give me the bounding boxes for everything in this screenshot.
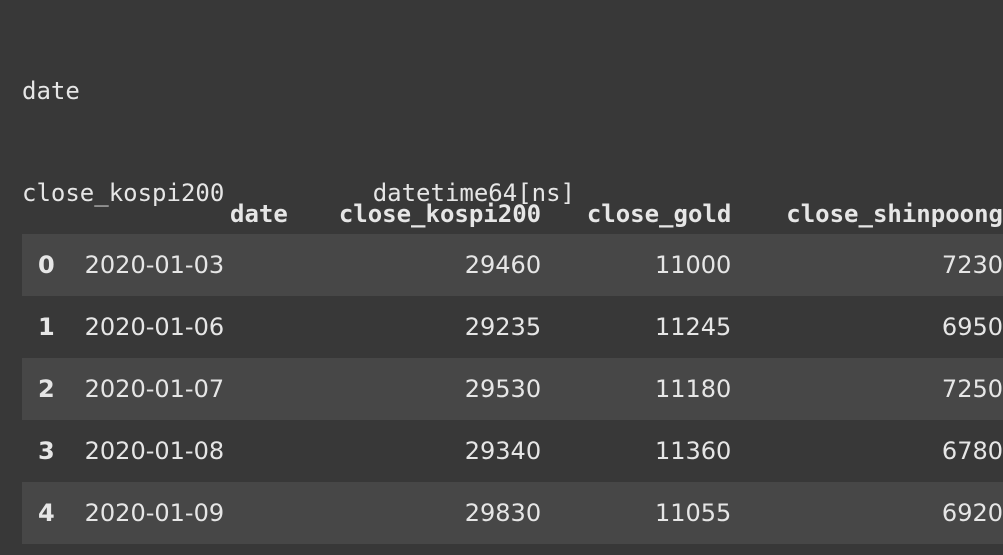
row-index: 1 bbox=[38, 313, 55, 341]
cell-close-shinpoong: 7250 bbox=[941, 375, 1003, 403]
cell-close-kospi200: 29830 bbox=[464, 499, 542, 527]
index-header bbox=[22, 188, 63, 234]
table-row: 4 2020-01-09 29830 11055 6920 bbox=[22, 482, 1003, 544]
cell-close-gold: 11055 bbox=[654, 499, 732, 527]
cell-close-gold: 11000 bbox=[654, 251, 732, 279]
cell-close-kospi200: 29340 bbox=[464, 437, 542, 465]
dtype-column-name: date bbox=[22, 77, 80, 105]
row-index: 3 bbox=[38, 437, 55, 465]
dtype-row: date datetime64[ns] bbox=[22, 74, 575, 207]
cell-close-kospi200: 29530 bbox=[464, 375, 542, 403]
column-header-close-shinpoong: close_shinpoong bbox=[786, 200, 1003, 228]
cell-close-shinpoong: 6950 bbox=[941, 313, 1003, 341]
cell-close-shinpoong: 7230 bbox=[941, 251, 1003, 279]
cell-close-gold: 11180 bbox=[654, 375, 732, 403]
row-index: 4 bbox=[38, 499, 55, 527]
column-header-date: date bbox=[230, 200, 288, 228]
table-body: 0 2020-01-03 29460 11000 7230 1 2020-01-… bbox=[22, 234, 1003, 544]
cell-date: 2020-01-07 bbox=[84, 375, 225, 403]
cell-close-shinpoong: 6920 bbox=[941, 499, 1003, 527]
cell-close-gold: 11360 bbox=[654, 437, 732, 465]
cell-date: 2020-01-06 bbox=[84, 313, 225, 341]
row-index: 0 bbox=[38, 251, 55, 279]
dataframe-table: date close_kospi200 close_gold close_shi… bbox=[22, 188, 1003, 544]
table-row: 0 2020-01-03 29460 11000 7230 bbox=[22, 234, 1003, 296]
cell-close-kospi200: 29235 bbox=[464, 313, 542, 341]
cell-date: 2020-01-09 bbox=[84, 499, 225, 527]
cell-close-kospi200: 29460 bbox=[464, 251, 542, 279]
cell-date: 2020-01-03 bbox=[84, 251, 225, 279]
table-row: 2 2020-01-07 29530 11180 7250 bbox=[22, 358, 1003, 420]
cell-date: 2020-01-08 bbox=[84, 437, 225, 465]
column-header-close-kospi200: close_kospi200 bbox=[338, 200, 542, 228]
header-row: date close_kospi200 close_gold close_shi… bbox=[22, 188, 1003, 234]
row-index: 2 bbox=[38, 375, 55, 403]
cell-close-gold: 11245 bbox=[654, 313, 732, 341]
table-row: 3 2020-01-08 29340 11360 6780 bbox=[22, 420, 1003, 482]
table-row: 1 2020-01-06 29235 11245 6950 bbox=[22, 296, 1003, 358]
cell-close-shinpoong: 6780 bbox=[941, 437, 1003, 465]
table-header: date close_kospi200 close_gold close_shi… bbox=[22, 188, 1003, 234]
column-header-close-gold: close_gold bbox=[586, 200, 732, 228]
